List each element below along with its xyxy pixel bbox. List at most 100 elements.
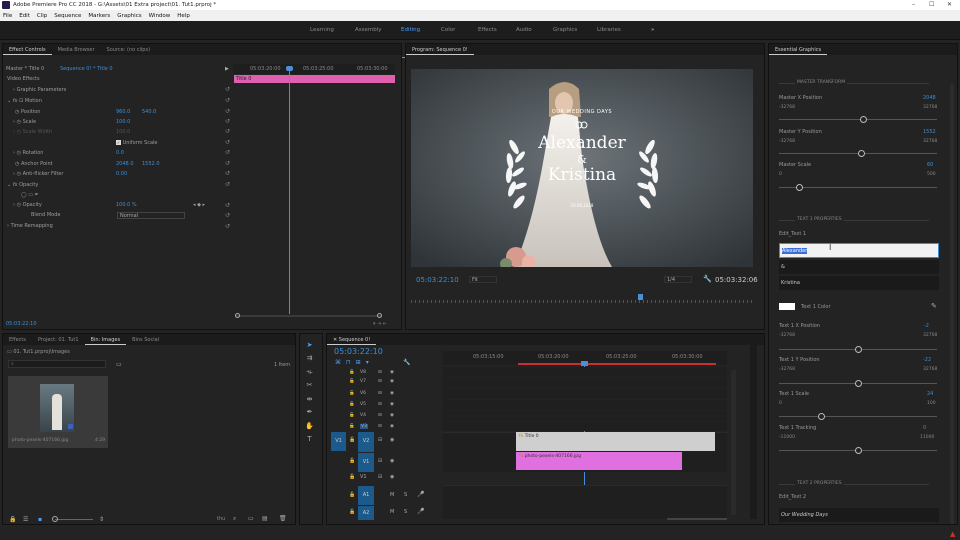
blend-mode-dropdown[interactable]: Normal bbox=[117, 212, 185, 219]
sync-icon[interactable]: ⊟ bbox=[378, 370, 382, 375]
solo-icon[interactable]: S bbox=[404, 509, 407, 515]
stopwatch-icon[interactable]: ◷ bbox=[15, 109, 19, 115]
track-a1-target[interactable]: A1 bbox=[358, 486, 374, 505]
zoom-slider-knob[interactable] bbox=[52, 516, 58, 522]
master-scale-slider-knob[interactable] bbox=[796, 184, 803, 191]
tab-program[interactable]: Program: Sequence 0! bbox=[406, 44, 474, 55]
title-clip[interactable]: fx Title 0 bbox=[516, 432, 715, 451]
anchor-y-value[interactable]: 1552.0 bbox=[142, 161, 160, 170]
text1-field-line2[interactable]: & bbox=[779, 260, 939, 274]
workspace-assembly[interactable]: Assembly bbox=[355, 27, 382, 33]
lock-track-icon[interactable]: 🔓 bbox=[349, 437, 355, 443]
ec-timecode[interactable]: 05:03:22:10 bbox=[6, 321, 37, 327]
program-video-frame[interactable]: OUR WEDDING DAYS Alexander & Kristina 20… bbox=[411, 69, 753, 267]
eye-icon[interactable]: ◉ bbox=[390, 474, 394, 480]
rectangle-mask-icon[interactable]: ▭ bbox=[28, 192, 33, 198]
wrench-timeline-icon[interactable]: 🔧 bbox=[403, 359, 410, 366]
menu-file[interactable]: File bbox=[3, 13, 12, 19]
sync-icon[interactable]: ⊟ bbox=[378, 413, 382, 418]
sync-icon[interactable]: ⊟ bbox=[378, 437, 382, 443]
menu-edit[interactable]: Edit bbox=[19, 13, 30, 19]
text1-x-value[interactable]: -2 bbox=[924, 323, 929, 329]
eye-icon[interactable]: ◉ bbox=[390, 391, 394, 396]
flicker-value[interactable]: 0.00 bbox=[116, 171, 127, 180]
tab-bins-social[interactable]: Bins Social bbox=[126, 334, 165, 345]
reset-icon[interactable]: ↺ bbox=[225, 223, 230, 230]
text1-scale-value[interactable]: 24 bbox=[927, 391, 933, 397]
eye-icon[interactable]: ◉ bbox=[390, 424, 394, 429]
solo-icon[interactable]: S bbox=[404, 492, 407, 498]
eye-icon[interactable]: ◉ bbox=[390, 458, 394, 464]
stopwatch-icon[interactable]: ◷ bbox=[17, 150, 21, 156]
type-tool-icon[interactable]: T bbox=[305, 435, 314, 444]
mute-icon[interactable]: M bbox=[390, 509, 394, 515]
minimize-icon[interactable]: – bbox=[912, 1, 915, 8]
mute-icon[interactable]: M bbox=[390, 492, 394, 498]
stopwatch-icon[interactable]: ◷ bbox=[17, 129, 21, 135]
scale-value[interactable]: 100.0 bbox=[116, 119, 130, 128]
sync-icon[interactable]: ⊟ bbox=[378, 402, 382, 407]
menu-window[interactable]: Window bbox=[149, 13, 171, 19]
lock-track-icon[interactable]: 🔓 bbox=[349, 492, 355, 498]
resolution-dropdown[interactable]: 1/4 bbox=[664, 276, 692, 283]
lock-track-icon[interactable]: 🔓 bbox=[349, 402, 355, 407]
maximize-icon[interactable]: ☐ bbox=[929, 1, 934, 8]
menu-help[interactable]: Help bbox=[177, 13, 190, 19]
lock-track-icon[interactable]: 🔓 bbox=[349, 370, 355, 375]
stopwatch-icon[interactable]: ◷ bbox=[17, 171, 21, 177]
master-clip-selector[interactable]: Master * Title 0 bbox=[6, 66, 44, 75]
tab-source[interactable]: Source: (no clips) bbox=[101, 44, 156, 55]
ec-footer-icons[interactable]: ▾ ⇥ ⇤ bbox=[373, 321, 387, 327]
mic-icon[interactable]: 🎤 bbox=[417, 508, 424, 515]
reset-icon[interactable]: ↺ bbox=[225, 139, 230, 146]
opacity-value[interactable]: 100.0 % bbox=[116, 202, 137, 211]
sequence-clip-selector[interactable]: Sequence 0! * Title 0 bbox=[60, 66, 113, 75]
reset-icon[interactable]: ↺ bbox=[225, 86, 230, 93]
text1-y-value[interactable]: -22 bbox=[923, 357, 931, 363]
timeline-toolbar-icons[interactable]: ⌘⊓⊞▾ bbox=[335, 359, 374, 366]
text1-x-slider-knob[interactable] bbox=[855, 346, 862, 353]
razor-tool-icon[interactable]: ✂ bbox=[305, 381, 314, 390]
tab-effect-controls[interactable]: Effect Controls bbox=[3, 44, 52, 55]
timeline-vertical-scrollbar[interactable] bbox=[731, 370, 736, 515]
tab-essential-graphics[interactable]: Essential Graphics bbox=[769, 44, 828, 55]
work-area-bar[interactable] bbox=[518, 363, 716, 365]
reset-icon[interactable]: ↺ bbox=[225, 97, 230, 104]
lock-track-icon[interactable]: 🔓 bbox=[349, 474, 355, 480]
mic-icon[interactable]: 🎤 bbox=[417, 491, 424, 498]
reset-icon[interactable]: ↺ bbox=[225, 170, 230, 177]
zoom-slider[interactable] bbox=[55, 519, 93, 520]
master-x-slider[interactable] bbox=[779, 119, 937, 120]
pen-mask-icon[interactable]: ✒ bbox=[35, 192, 39, 198]
track-v2-target[interactable]: V2 bbox=[358, 432, 374, 452]
text1-field-line1[interactable]: Alexander bbox=[779, 243, 939, 258]
text1-scale-slider[interactable] bbox=[779, 416, 937, 417]
text1-scale-slider-knob[interactable] bbox=[818, 413, 825, 420]
lock-track-icon[interactable]: 🔓 bbox=[349, 413, 355, 418]
media-thumbnail[interactable]: photo-pexels-407166.jpg 4:29 bbox=[8, 376, 108, 448]
motion-transform-icon[interactable]: ⊡ bbox=[19, 98, 23, 104]
eyedropper-icon[interactable]: ✎ bbox=[931, 302, 937, 310]
program-timecode[interactable]: 05:03:22:10 bbox=[416, 276, 459, 284]
ec-title-clip[interactable]: Title 0 bbox=[234, 75, 395, 83]
ec-time-ruler[interactable]: 05:03:20:00 05:03:25:00 05:03:30:00 bbox=[233, 64, 395, 74]
timeline-timecode[interactable]: 05:03:22:10 bbox=[334, 347, 383, 356]
sort-icon[interactable]: ⇕ bbox=[99, 516, 104, 523]
eye-icon[interactable]: ◉ bbox=[390, 437, 394, 443]
keyframe-nav-icon[interactable]: ◂ ◆ ▸ bbox=[193, 202, 205, 211]
source-patch-video[interactable]: V1 bbox=[331, 432, 346, 451]
tab-sequence[interactable]: ✕ Sequence 0! bbox=[327, 334, 377, 345]
reset-icon[interactable]: ↺ bbox=[225, 128, 230, 135]
stopwatch-icon[interactable]: ◷ bbox=[17, 119, 21, 125]
motion-effect[interactable]: ⌄ fx ⊡ Motion bbox=[7, 98, 42, 107]
opacity-effect[interactable]: ⌄ fx Opacity bbox=[7, 182, 38, 191]
sync-icon[interactable]: ⊟ bbox=[378, 458, 382, 464]
tab-effects[interactable]: Effects bbox=[3, 334, 32, 345]
stopwatch-icon[interactable]: ◷ bbox=[17, 202, 21, 208]
program-playhead[interactable] bbox=[638, 294, 643, 300]
list-view-icon[interactable]: ☰ bbox=[23, 516, 28, 523]
menu-markers[interactable]: Markers bbox=[88, 13, 110, 19]
tab-bin-images[interactable]: Bin: Images bbox=[84, 334, 127, 345]
expand-arrow-icon[interactable]: › bbox=[13, 171, 15, 177]
position-x-value[interactable]: 960.0 bbox=[116, 109, 130, 118]
